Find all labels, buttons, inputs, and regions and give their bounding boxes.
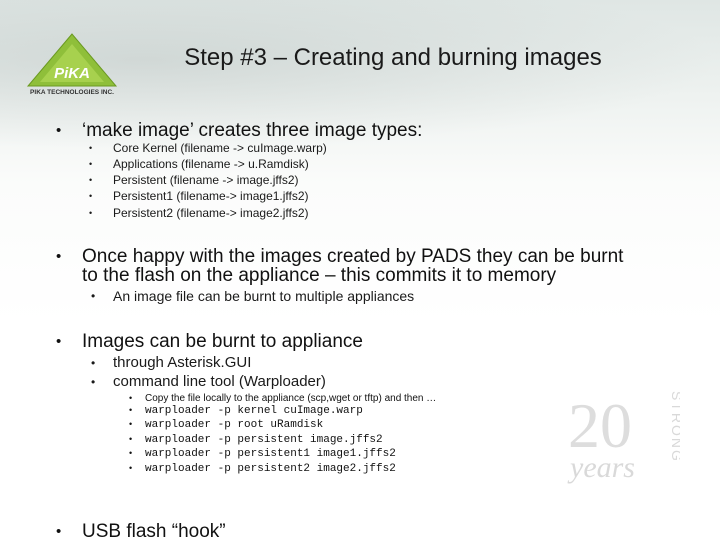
slide-title: Step #3 – Creating and burning images bbox=[184, 44, 602, 71]
command-line: • warploader -p persistent image.jffs2 bbox=[129, 434, 383, 446]
commands-intro: • Copy the file locally to the appliance … bbox=[129, 393, 437, 404]
section1-bullet: • ‘make image’ creates three image types… bbox=[56, 120, 423, 141]
logo-mark: PiKA bbox=[54, 65, 90, 82]
section2-bullet: • Once happy with the images created by … bbox=[56, 246, 624, 286]
bullet-dot: • bbox=[56, 523, 62, 540]
watermark-word: years bbox=[567, 451, 635, 484]
logo-text: PIKA TECHNOLOGIES INC. bbox=[30, 89, 114, 96]
section4-heading: USB flash “hook” bbox=[82, 521, 226, 542]
bullet-dot: • bbox=[56, 248, 62, 265]
section4-bullet: • USB flash “hook” bbox=[56, 521, 226, 542]
command-line: • warploader -p persistent2 image2.jffs2 bbox=[129, 463, 396, 475]
section3-bullet: • Images can be burnt to appliance bbox=[56, 331, 363, 352]
list-item: • through Asterisk.GUI bbox=[91, 354, 252, 371]
bullet-dot: • bbox=[56, 122, 62, 139]
list-item: • Persistent1 (filename-> image1.jffs2) bbox=[89, 189, 309, 203]
twenty-years-watermark: 20 years STRONG bbox=[567, 390, 680, 484]
command-line: • warploader -p persistent1 image1.jffs2 bbox=[129, 448, 396, 460]
list-item: • Applications (filename -> u.Ramdisk) bbox=[89, 157, 309, 171]
section2-heading-line1: Once happy with the images created by PA… bbox=[82, 246, 624, 267]
list-item: • Persistent (filename -> image.jffs2) bbox=[89, 173, 299, 187]
bullet-dot: • bbox=[56, 333, 62, 350]
section2-heading-line2: to the flash on the appliance – this com… bbox=[82, 265, 557, 286]
list-item: • Core Kernel (filename -> cuImage.warp) bbox=[89, 141, 327, 155]
command-line: • warploader -p kernel cuImage.warp bbox=[129, 405, 363, 417]
watermark-vertical: STRONG bbox=[669, 391, 680, 463]
section3-heading: Images can be burnt to appliance bbox=[82, 331, 363, 352]
command-line: • warploader -p root uRamdisk bbox=[129, 419, 324, 431]
section1-heading: ‘make image’ creates three image types: bbox=[82, 120, 423, 141]
list-item: • command line tool (Warploader) bbox=[91, 373, 326, 390]
list-item: • An image file can be burnt to multiple … bbox=[91, 288, 415, 304]
list-item: • Persistent2 (filename-> image2.jffs2) bbox=[89, 206, 309, 220]
